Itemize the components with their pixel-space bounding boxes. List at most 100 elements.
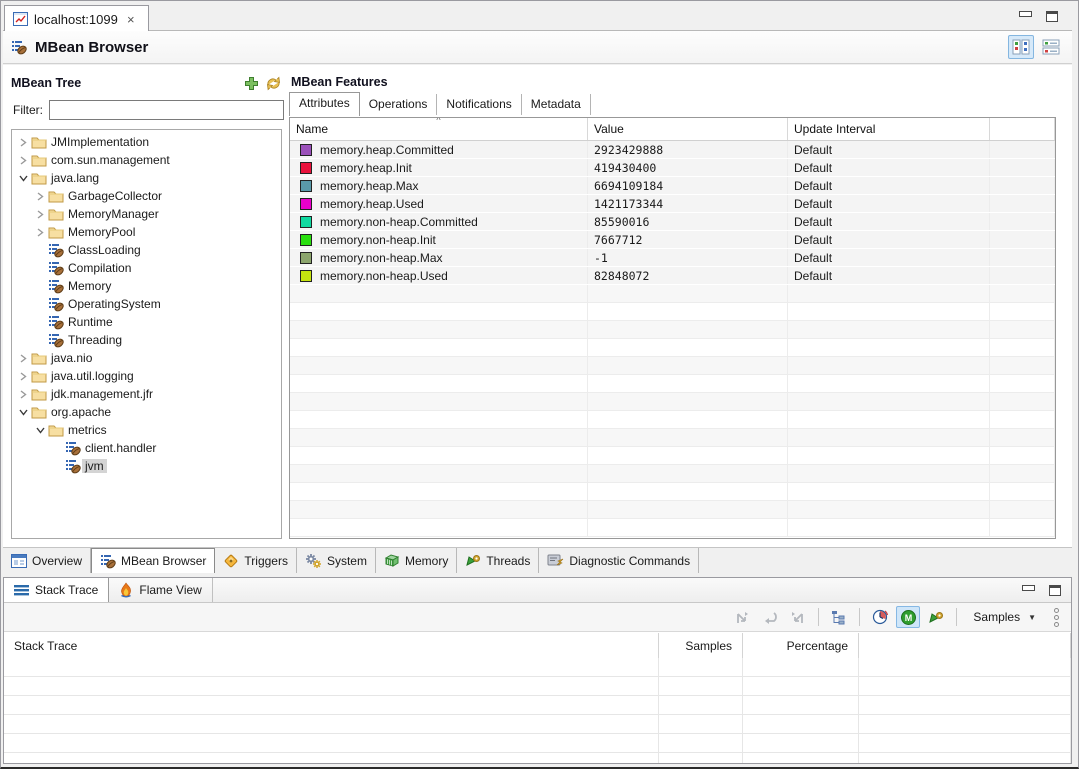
editor-tab-localhost[interactable]: localhost:1099 × xyxy=(4,5,149,32)
tree-item-jmimplementation[interactable]: JMImplementation xyxy=(12,133,281,151)
tree-item-memorymanager[interactable]: MemoryManager xyxy=(12,205,281,223)
tab-flame-view[interactable]: Flame View xyxy=(109,578,212,602)
attribute-update-interval: Default xyxy=(788,159,990,176)
attribute-row[interactable]: memory.heap.Init419430400Default xyxy=(290,159,1055,177)
tree-item-garbagecollector[interactable]: GarbageCollector xyxy=(12,187,281,205)
tree-item-label: Memory xyxy=(65,279,114,293)
minimize-icon[interactable] xyxy=(1019,11,1032,17)
chevron-right-icon[interactable] xyxy=(33,228,47,237)
chevron-right-icon[interactable] xyxy=(16,354,30,363)
tab-operations[interactable]: Operations xyxy=(360,94,438,115)
view-tab-label: Memory xyxy=(405,554,448,568)
view-tab-threads[interactable]: Threads xyxy=(457,548,539,573)
vertical-layout-toggle-button[interactable] xyxy=(1008,35,1034,59)
method-profiling-button[interactable]: M xyxy=(896,606,920,628)
attribute-row[interactable]: memory.heap.Max6694109184Default xyxy=(290,177,1055,195)
chevron-down-icon[interactable] xyxy=(16,409,30,416)
tab-metadata[interactable]: Metadata xyxy=(522,94,591,115)
view-menu-icon[interactable] xyxy=(1048,608,1065,627)
editor-tabbar: localhost:1099 × xyxy=(3,3,1072,31)
tree-item-client-handler[interactable]: client.handler xyxy=(12,439,281,457)
tree-item-java-nio[interactable]: java.nio xyxy=(12,349,281,367)
navigate-forward-button[interactable] xyxy=(786,606,810,628)
chevron-right-icon[interactable] xyxy=(33,210,47,219)
filter-input[interactable] xyxy=(49,100,284,120)
tree-item-com-sun-management[interactable]: com.sun.management xyxy=(12,151,281,169)
attribute-row[interactable]: memory.non-heap.Init7667712Default xyxy=(290,231,1055,249)
tree-item-metrics[interactable]: metrics xyxy=(12,421,281,439)
triggers-icon xyxy=(223,553,239,569)
close-icon[interactable]: × xyxy=(124,12,138,27)
tree-item-operatingsystem[interactable]: OperatingSystem xyxy=(12,295,281,313)
navigate-back-button[interactable] xyxy=(730,606,754,628)
connection-chart-icon xyxy=(13,12,28,26)
column-header-empty[interactable] xyxy=(990,118,1055,140)
tree-item-classloading[interactable]: ClassLoading xyxy=(12,241,281,259)
tab-attributes[interactable]: Attributes xyxy=(289,92,360,116)
chevron-right-icon[interactable] xyxy=(16,390,30,399)
tab-notifications[interactable]: Notifications xyxy=(437,94,521,115)
column-header-update-interval[interactable]: Update Interval xyxy=(788,118,990,140)
tree-item-label: com.sun.management xyxy=(48,153,173,167)
tree-view-button[interactable] xyxy=(827,606,851,628)
mbean-tree[interactable]: JMImplementation com.sun.management java.l… xyxy=(11,129,282,539)
tree-item-threading[interactable]: Threading xyxy=(12,331,281,349)
column-header-name[interactable]: Name^ xyxy=(290,118,588,140)
chevron-right-icon[interactable] xyxy=(16,138,30,147)
thread-settings-button[interactable] xyxy=(924,606,948,628)
view-tab-mbean-browser[interactable]: MBean Browser xyxy=(91,548,215,573)
view-tab-diagnostic-commands[interactable]: Diagnostic Commands xyxy=(539,548,699,573)
chevron-right-icon[interactable] xyxy=(16,372,30,381)
svg-text:M: M xyxy=(905,613,913,623)
empty-table-row xyxy=(290,465,1055,483)
panel-maximize-icon[interactable] xyxy=(1049,585,1061,596)
view-tab-system[interactable]: System xyxy=(297,548,376,573)
column-header-empty[interactable] xyxy=(859,633,1071,658)
page-title: MBean Browser xyxy=(35,39,148,56)
add-mbean-button[interactable] xyxy=(244,76,259,91)
attribute-row[interactable]: memory.heap.Used1421173344Default xyxy=(290,195,1055,213)
tree-item-org-apache[interactable]: org.apache xyxy=(12,403,281,421)
view-tab-memory[interactable]: Memory xyxy=(376,548,457,573)
maximize-icon[interactable] xyxy=(1046,11,1058,22)
tree-item-jvm[interactable]: jvm xyxy=(12,457,281,475)
tree-item-runtime[interactable]: Runtime xyxy=(12,313,281,331)
column-header-percentage[interactable]: Percentage xyxy=(743,633,859,658)
navigate-back-icon xyxy=(734,610,750,625)
view-tab-overview[interactable]: Overview xyxy=(3,548,91,573)
attribute-row[interactable]: memory.heap.Committed2923429888Default xyxy=(290,141,1055,159)
view-tab-label: Triggers xyxy=(244,554,288,568)
chevron-down-icon[interactable] xyxy=(16,175,30,182)
chevron-right-icon[interactable] xyxy=(16,156,30,165)
column-header-stack-trace[interactable]: Stack Trace xyxy=(4,633,659,658)
tab-stack-trace[interactable]: Stack Trace xyxy=(4,578,109,602)
horizontal-layout-toggle-button[interactable] xyxy=(1038,35,1064,59)
column-header-samples[interactable]: Samples xyxy=(659,633,743,658)
tree-item-java-lang[interactable]: java.lang xyxy=(12,169,281,187)
attribute-value: 7667712 xyxy=(588,231,788,248)
attribute-row[interactable]: memory.non-heap.Used82848072Default xyxy=(290,267,1055,285)
navigate-return-button[interactable] xyxy=(758,606,782,628)
samples-dropdown[interactable]: Samples ▼ xyxy=(965,606,1044,628)
attribute-update-interval: Default xyxy=(788,267,990,284)
panel-minimize-icon[interactable] xyxy=(1022,585,1035,591)
profiling-clock-button[interactable] xyxy=(868,606,892,628)
attribute-row[interactable]: memory.non-heap.Max-1Default xyxy=(290,249,1055,267)
refresh-button[interactable] xyxy=(265,76,282,91)
stack-trace-table[interactable]: Stack TraceSamplesPercentage xyxy=(4,633,1071,763)
tree-item-compilation[interactable]: Compilation xyxy=(12,259,281,277)
column-header-label: Value xyxy=(594,122,624,136)
tree-item-java-util-logging[interactable]: java.util.logging xyxy=(12,367,281,385)
chevron-down-icon[interactable] xyxy=(33,427,47,434)
chevron-right-icon[interactable] xyxy=(33,192,47,201)
tree-item-memory[interactable]: Memory xyxy=(12,277,281,295)
attribute-name: memory.non-heap.Committed xyxy=(320,215,478,229)
attribute-row[interactable]: memory.non-heap.Committed85590016Default xyxy=(290,213,1055,231)
tree-item-jdk-management-jfr[interactable]: jdk.management.jfr xyxy=(12,385,281,403)
tree-item-memorypool[interactable]: MemoryPool xyxy=(12,223,281,241)
column-header-value[interactable]: Value xyxy=(588,118,788,140)
attributes-table[interactable]: Name^ Value Update Interval memory.heap.Co… xyxy=(289,117,1056,539)
view-tab-triggers[interactable]: Triggers xyxy=(215,548,297,573)
mbean-icon xyxy=(47,332,65,348)
clock-icon xyxy=(872,609,889,625)
